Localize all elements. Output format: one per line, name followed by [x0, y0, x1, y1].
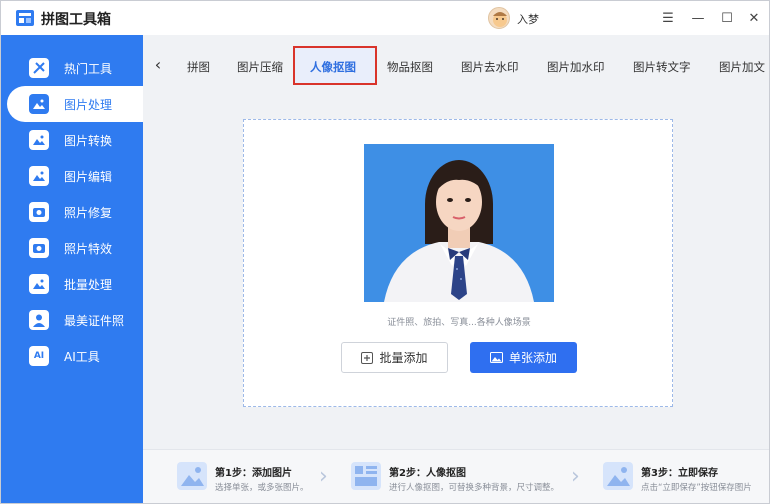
- photo-effect-icon: [29, 238, 49, 258]
- tab-remove-watermark[interactable]: 图片去水印: [461, 59, 519, 75]
- sidebar-item-label: 批量处理: [64, 277, 113, 292]
- hot-tools-icon: [29, 58, 49, 78]
- app-window: 拼图工具箱 入梦 ☰ — ☐ ✕ 热门工具 图片处理 图片转换 图片编辑 照片修…: [0, 0, 770, 504]
- sidebar-item-label: 照片修复: [64, 205, 113, 220]
- steps-bar: 第1步：添加图片 选择单张，或多张图片。 › 第2步：人像抠图 进行人像抠图，可…: [143, 449, 769, 503]
- tab-portrait-cutout[interactable]: 人像抠图: [310, 59, 356, 75]
- user-avatar[interactable]: [488, 7, 510, 29]
- batch-add-label: 批量添加: [379, 351, 428, 365]
- image-edit-icon: [29, 166, 49, 186]
- step-2-desc: 进行人像抠图，可替换多种背景，尺寸调整。: [389, 483, 560, 493]
- sidebar-item-image-convert[interactable]: 图片转换: [1, 122, 143, 158]
- tab-object-cutout[interactable]: 物品抠图: [387, 59, 433, 75]
- image-convert-icon: [29, 130, 49, 150]
- sidebar-item-id-photo[interactable]: 最美证件照: [1, 302, 143, 338]
- tab-bar: ‹ 拼图 图片压缩 人像抠图 物品抠图 图片去水印 图片加水印 图片转文字 图片…: [143, 35, 769, 97]
- single-add-label: 单张添加: [508, 351, 557, 365]
- sidebar-item-photo-effect[interactable]: 照片特效: [1, 230, 143, 266]
- photo-repair-icon: [29, 202, 49, 222]
- step-1-desc: 选择单张，或多张图片。: [215, 483, 309, 493]
- step-2-title: 第2步：人像抠图: [389, 468, 466, 479]
- sidebar-item-label: 图片处理: [64, 97, 113, 112]
- sidebar-item-image-process[interactable]: 图片处理: [7, 86, 143, 122]
- sidebar-item-hot-tools[interactable]: 热门工具: [1, 50, 143, 86]
- batch-add-button[interactable]: 批量添加: [341, 342, 448, 373]
- sidebar-item-ai-tools[interactable]: AI AI工具: [1, 338, 143, 374]
- add-square-icon: [361, 351, 374, 364]
- close-button[interactable]: ✕: [743, 7, 765, 29]
- step-arrow-icon: ›: [319, 464, 328, 489]
- step-portrait-cutout-icon: [351, 462, 381, 490]
- upload-dropzone[interactable]: 证件照、旅拍、写真...各种人像场景 批量添加 单张添加: [243, 119, 673, 407]
- sidebar-item-image-edit[interactable]: 图片编辑: [1, 158, 143, 194]
- main-content: 证件照、旅拍、写真...各种人像场景 批量添加 单张添加: [143, 97, 769, 449]
- step-1-title: 第1步：添加图片: [215, 468, 292, 479]
- tab-puzzle[interactable]: 拼图: [187, 59, 210, 75]
- minimize-button[interactable]: —: [687, 7, 709, 29]
- sidebar-item-label: 最美证件照: [64, 313, 125, 328]
- id-photo-icon: [29, 310, 49, 330]
- menu-button[interactable]: ☰: [657, 7, 679, 29]
- single-add-button[interactable]: 单张添加: [470, 342, 577, 373]
- maximize-button[interactable]: ☐: [716, 7, 738, 29]
- sidebar-item-label: 图片转换: [64, 133, 113, 148]
- image-process-icon: [29, 94, 49, 114]
- ai-icon: AI: [29, 346, 49, 366]
- tab-back-icon[interactable]: ‹: [151, 55, 165, 74]
- sidebar-item-batch[interactable]: 批量处理: [1, 266, 143, 302]
- sidebar-item-label: 热门工具: [64, 61, 113, 76]
- batch-icon: [29, 274, 49, 294]
- avatar-icon: [493, 12, 507, 27]
- step-save-icon: [603, 462, 633, 490]
- step-3-desc: 点击“立即保存”按钮保存图片: [641, 483, 752, 493]
- step-3-title: 第3步：立即保存: [641, 468, 718, 479]
- tab-add-watermark[interactable]: 图片加水印: [547, 59, 605, 75]
- tab-image-add-text[interactable]: 图片加文: [719, 59, 765, 75]
- dropzone-caption: 证件照、旅拍、写真...各种人像场景: [387, 318, 531, 328]
- tab-image-to-text[interactable]: 图片转文字: [633, 59, 691, 75]
- sidebar-item-label: 图片编辑: [64, 169, 113, 184]
- sample-portrait-image: [364, 144, 554, 302]
- step-add-image-icon: [177, 462, 207, 490]
- sidebar: 热门工具 图片处理 图片转换 图片编辑 照片修复 照片特效 批量处理 最美证件照…: [1, 35, 143, 503]
- app-logo-icon: [16, 10, 34, 26]
- username[interactable]: 入梦: [517, 11, 539, 27]
- sidebar-item-label: AI工具: [64, 349, 100, 364]
- app-title: 拼图工具箱: [41, 12, 111, 28]
- sidebar-item-label: 照片特效: [64, 241, 113, 256]
- image-icon: [489, 352, 503, 363]
- step-arrow-icon: ›: [571, 464, 580, 489]
- sidebar-item-photo-repair[interactable]: 照片修复: [1, 194, 143, 230]
- title-bar: 拼图工具箱 入梦 ☰ — ☐ ✕: [1, 1, 769, 35]
- tab-image-compress[interactable]: 图片压缩: [237, 59, 283, 75]
